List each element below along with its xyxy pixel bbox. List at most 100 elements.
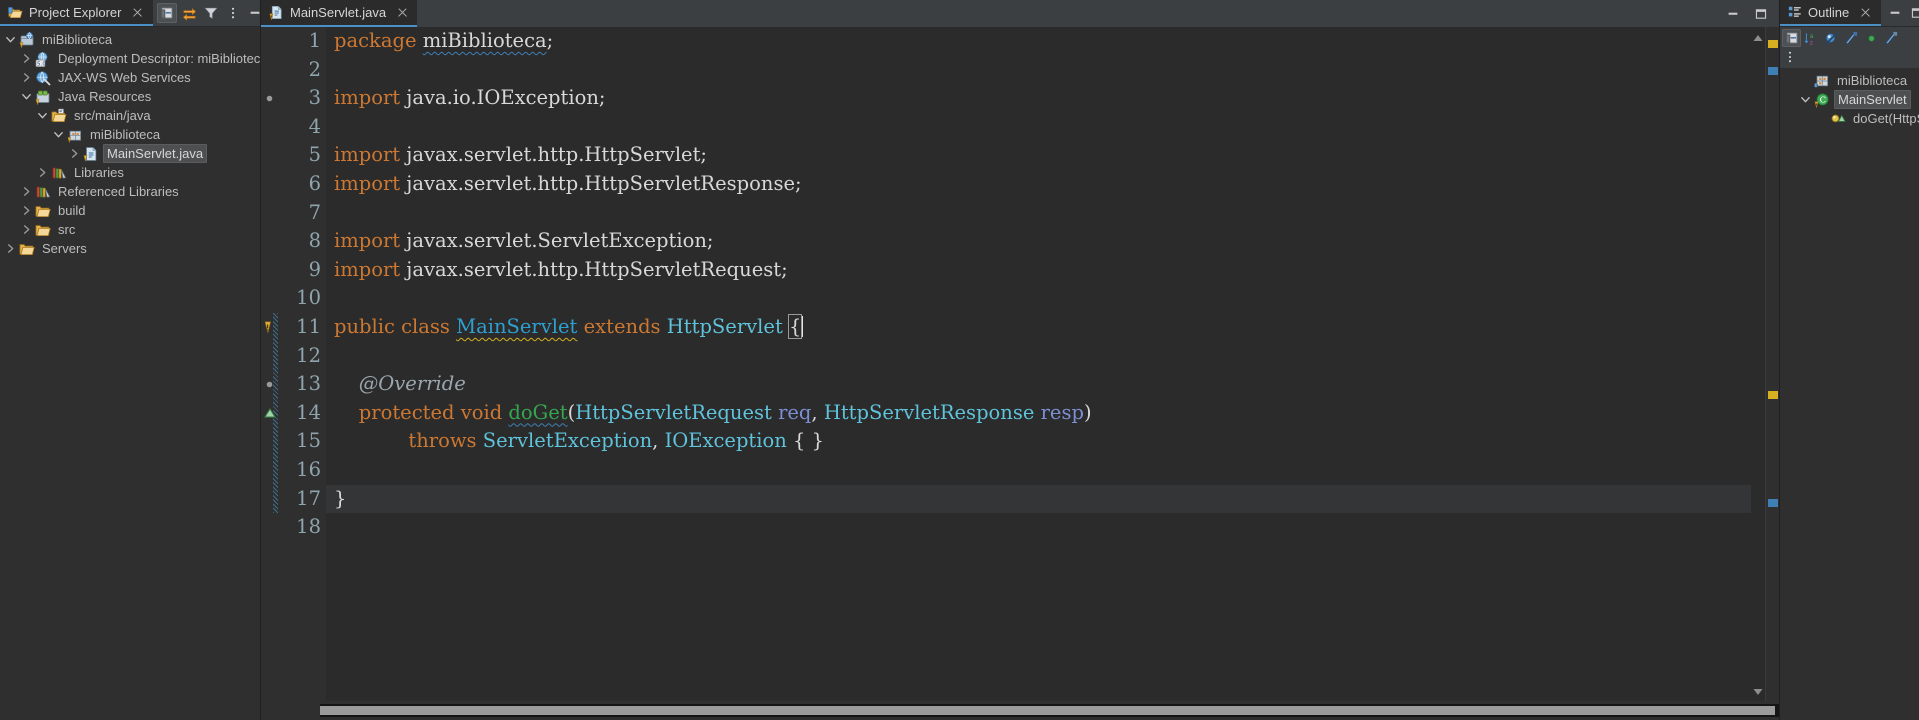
tab-outline[interactable]: Outline <box>1780 0 1882 26</box>
editor-line-number-ruler: 1 2 3 4 5 6 7 8 9 10 11 12 13 14 15 16 17 18 <box>278 27 326 701</box>
code-line[interactable]: @Override <box>326 370 1751 399</box>
code-line[interactable]: import javax.servlet.http.HttpServlet; <box>326 141 1751 170</box>
maximize-button[interactable] <box>1751 4 1771 24</box>
folding-collapse-icon[interactable] <box>261 89 278 107</box>
code-token: import <box>334 257 401 281</box>
overview-class-mark[interactable] <box>1768 390 1778 399</box>
editor-horizontal-scrollbar[interactable] <box>320 704 1779 717</box>
code-line[interactable]: import javax.servlet.http.HttpServletReq… <box>326 256 1751 285</box>
code-line[interactable] <box>326 456 1751 485</box>
chevron-down-icon[interactable] <box>1798 90 1813 109</box>
collapse-all-button[interactable] <box>1782 29 1801 47</box>
tree-item-build[interactable]: build <box>0 201 260 220</box>
code-line[interactable]: throws ServletException, IOException { } <box>326 427 1751 456</box>
chevron-down-icon[interactable] <box>51 125 66 144</box>
warning-marker-icon[interactable] <box>261 318 278 336</box>
code-line[interactable] <box>326 513 1751 542</box>
code-token: java.io.IOException; <box>400 86 606 110</box>
scrollbar-thumb[interactable] <box>320 706 1775 715</box>
view-menu-button[interactable] <box>1782 48 1798 66</box>
tab-mainservlet-java[interactable]: MainServlet.java <box>261 0 418 27</box>
close-icon[interactable] <box>131 6 144 19</box>
code-line[interactable] <box>326 113 1751 142</box>
tree-item-mibiblioteca[interactable]: miBiblioteca <box>0 125 260 144</box>
code-line[interactable]: import java.io.IOException; <box>326 84 1751 113</box>
close-icon[interactable] <box>396 6 409 19</box>
chevron-right-icon[interactable] <box>19 182 34 201</box>
override-indicator-icon[interactable] <box>261 404 278 422</box>
code-line[interactable] <box>326 342 1751 371</box>
hide-nonpublic-button[interactable] <box>1862 29 1881 47</box>
filter-button[interactable] <box>201 3 221 23</box>
tab-project-explorer[interactable]: Project Explorer <box>0 0 154 26</box>
chevron-right-icon[interactable] <box>19 68 34 87</box>
code-line[interactable]: package miBiblioteca; <box>326 27 1751 56</box>
tree-item-jax-ws-web-services[interactable]: JAX-WS Web Services <box>0 68 260 87</box>
overview-warning-mark[interactable] <box>1768 40 1778 49</box>
tree-item-deployment-descriptor-mibiblioteca[interactable]: 5.0 Deployment Descriptor: miBiblioteca <box>0 49 260 68</box>
project-explorer-tree[interactable]: miBiblioteca 5.0 Deployment Descriptor: m… <box>0 27 260 720</box>
tree-item-src[interactable]: src <box>0 220 260 239</box>
code-line[interactable]: public class MainServlet extends HttpSer… <box>326 313 1751 342</box>
tree-item-referenced-libraries[interactable]: Referenced Libraries <box>0 182 260 201</box>
code-line[interactable]: } <box>326 484 1751 514</box>
scroll-up-arrow-icon[interactable] <box>1752 31 1764 43</box>
overview-method-mark[interactable] <box>1768 498 1778 507</box>
chevron-right-icon[interactable] <box>19 49 34 68</box>
editor-marker-ruler[interactable] <box>261 27 279 701</box>
hide-local-types-button[interactable] <box>1882 29 1901 47</box>
eclipse-workbench: Project Explorer miBiblioteca 5.0 Deploy… <box>0 0 1919 720</box>
chevron-down-icon[interactable] <box>19 87 34 106</box>
overview-selection-mark[interactable] <box>1768 67 1778 76</box>
folding-collapse-icon[interactable] <box>261 375 278 393</box>
chevron-right-icon[interactable] <box>19 201 34 220</box>
code-line[interactable] <box>326 199 1751 228</box>
tree-item-servers[interactable]: Servers <box>0 239 260 258</box>
view-menu-button[interactable] <box>223 3 243 23</box>
code-line[interactable]: import javax.servlet.ServletException; <box>326 227 1751 256</box>
minimize-button[interactable] <box>1885 3 1905 23</box>
code-line[interactable] <box>326 284 1751 313</box>
tree-item-mainservlet[interactable]: C MainServlet <box>1780 90 1919 109</box>
outline-tree[interactable]: i miBiblioteca C MainServlet doGet(HttpS <box>1780 68 1919 128</box>
code-line[interactable]: import javax.servlet.http.HttpServletRes… <box>326 170 1751 199</box>
line-number: 15 <box>296 429 321 453</box>
minimize-button[interactable] <box>1723 4 1743 24</box>
collapse-all-button[interactable] <box>157 3 178 23</box>
scroll-down-arrow-icon[interactable] <box>1752 685 1764 697</box>
line-number: 6 <box>308 171 321 195</box>
maximize-button[interactable] <box>1907 3 1919 23</box>
tree-item-java-resources[interactable]: Java Resources <box>0 87 260 106</box>
tree-item-libraries[interactable]: Libraries <box>0 163 260 182</box>
tree-item-src-main-java[interactable]: src/main/java <box>0 106 260 125</box>
tree-item-mainservlet-java[interactable]: MainServlet.java <box>0 144 260 163</box>
outline-icon <box>1788 5 1802 19</box>
line-number: 16 <box>296 457 321 481</box>
editor-vertical-scrollbar[interactable] <box>1751 27 1765 701</box>
tree-item-mibiblioteca[interactable]: i miBiblioteca <box>1780 71 1919 90</box>
chevron-right-icon[interactable] <box>3 239 18 258</box>
chevron-down-icon[interactable] <box>35 106 50 125</box>
tree-item-label: Referenced Libraries <box>58 184 179 199</box>
close-icon[interactable] <box>1859 6 1872 19</box>
hide-static-button[interactable] <box>1842 29 1861 47</box>
sort-az-button[interactable]: a z <box>1802 29 1821 47</box>
code-line[interactable] <box>326 56 1751 85</box>
java-file-warning-icon <box>269 5 284 20</box>
chevron-right-icon[interactable] <box>19 220 34 239</box>
chevron-right-icon[interactable] <box>35 163 50 182</box>
code-line[interactable]: protected void doGet(HttpServletRequest … <box>326 399 1751 428</box>
tree-item-mibiblioteca[interactable]: miBiblioteca <box>0 30 260 49</box>
tree-item-doget-https[interactable]: doGet(HttpS <box>1780 109 1919 128</box>
code-token: resp <box>1040 400 1084 424</box>
chevron-right-icon[interactable] <box>67 144 82 163</box>
hide-fields-button[interactable] <box>1822 29 1841 47</box>
editor-code-area[interactable]: package miBiblioteca; import java.io.IOEx… <box>326 27 1751 701</box>
editor-overview-ruler[interactable] <box>1765 27 1779 701</box>
link-with-editor-button[interactable] <box>179 3 199 23</box>
editor-body: 1 2 3 4 5 6 7 8 9 10 11 12 13 14 15 16 17 18 package miBi… <box>261 27 1779 701</box>
chevron-down-icon[interactable] <box>3 30 18 49</box>
